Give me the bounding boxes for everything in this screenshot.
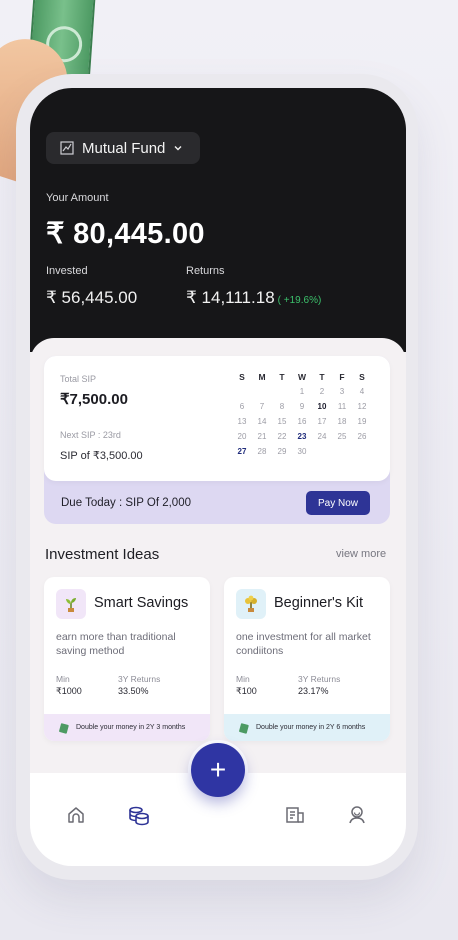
returns-amount: ₹ 14,111.18( +19.6%) <box>186 288 321 308</box>
fund-type-selector[interactable]: Mutual Fund <box>46 132 200 164</box>
nav-investments[interactable] <box>126 802 152 828</box>
returns-value: 33.50% <box>118 686 149 696</box>
calendar-day[interactable]: 6 <box>232 402 252 411</box>
next-sip-label: Next SIP : 23rd <box>60 430 121 440</box>
min-value: ₹1000 <box>56 686 82 696</box>
calendar-day[interactable]: 19 <box>352 417 372 426</box>
idea-card-beginners-kit[interactable]: Beginner's Kit one investment for all ma… <box>224 577 390 741</box>
returns-value: 23.17% <box>298 686 329 696</box>
calendar-day[interactable]: 20 <box>232 432 252 441</box>
calendar-day[interactable]: 15 <box>272 417 292 426</box>
calendar-day-sip[interactable]: 27 <box>232 447 252 456</box>
invested-amount: ₹ 56,445.00 <box>46 288 138 307</box>
money-plant-icon <box>236 589 266 619</box>
returns-percent: ( +19.6%) <box>277 295 322 306</box>
coins-icon <box>129 806 149 826</box>
calendar-day[interactable]: 18 <box>332 417 352 426</box>
idea-footer-text: Double your money in 2Y 6 months <box>256 724 366 731</box>
weekday: T <box>279 371 285 382</box>
idea-card-smart-savings[interactable]: Smart Savings earn more than traditional… <box>44 577 210 741</box>
calendar-day[interactable]: 29 <box>272 447 292 456</box>
idea-name: Smart Savings <box>94 595 189 611</box>
calendar-week: 6 7 8 9 10 11 12 <box>232 399 372 414</box>
money-bag-icon <box>239 722 249 734</box>
calendar-day[interactable]: 16 <box>292 417 312 426</box>
calendar-day[interactable]: 4 <box>352 387 372 396</box>
calendar-day[interactable]: 1 <box>292 387 312 396</box>
chevron-down-icon <box>174 146 182 151</box>
idea-footer-text: Double your money in 2Y 3 months <box>76 724 186 731</box>
calendar-day[interactable]: 30 <box>292 447 312 456</box>
sip-calendar: S M T W T F S 1 2 3 4 6 7 8 9 10 11 12 1… <box>232 369 372 459</box>
weekday: F <box>339 371 345 382</box>
next-sip-value: SIP of ₹3,500.00 <box>60 450 143 462</box>
calendar-day[interactable]: 14 <box>252 417 272 426</box>
calendar-day[interactable]: 11 <box>332 402 352 411</box>
weekday: M <box>258 371 266 382</box>
your-amount-label: Your Amount <box>46 192 109 204</box>
min-value: ₹100 <box>236 686 257 696</box>
profile-icon <box>349 806 365 824</box>
calendar-day[interactable]: 9 <box>292 402 312 411</box>
document-icon <box>286 807 304 823</box>
calendar-day[interactable]: 7 <box>252 402 272 411</box>
balance-header: Mutual Fund Your Amount ₹ 80,445.00 Inve… <box>30 88 406 352</box>
calendar-day-today[interactable]: 10 <box>312 402 332 411</box>
weekday: W <box>297 371 307 382</box>
total-sip-amount: ₹7,500.00 <box>60 391 128 408</box>
phone-screen: Mutual Fund Your Amount ₹ 80,445.00 Inve… <box>30 88 406 866</box>
calendar-day[interactable]: 3 <box>332 387 352 396</box>
idea-description: earn more than traditional saving method <box>56 631 176 657</box>
weekday: T <box>319 371 325 382</box>
nav-profile[interactable] <box>344 802 370 828</box>
idea-name: Beginner's Kit <box>274 595 364 611</box>
total-sip-label: Total SIP <box>60 374 97 384</box>
returns-label: 3Y Returns <box>118 674 161 684</box>
calendar-day[interactable]: 26 <box>352 432 372 441</box>
nav-reports[interactable] <box>282 802 308 828</box>
fund-type-label: Mutual Fund <box>82 139 166 157</box>
calendar-day[interactable]: 25 <box>332 432 352 441</box>
home-icon <box>68 807 84 823</box>
calendar-day[interactable]: 21 <box>252 432 272 441</box>
idea-footer: Double your money in 2Y 3 months <box>44 714 210 741</box>
pay-now-button[interactable]: Pay Now <box>306 491 370 515</box>
returns-label: 3Y Returns <box>298 674 341 684</box>
calendar-week: 13 14 15 16 17 18 19 <box>232 414 372 429</box>
weekday: S <box>359 371 365 382</box>
calendar-week: 27 28 29 30 <box>232 444 372 459</box>
calendar-day-sip[interactable]: 23 <box>292 432 312 441</box>
min-label: Min <box>236 674 250 684</box>
total-amount: ₹ 80,445.00 <box>46 218 205 250</box>
calendar-day[interactable]: 17 <box>312 417 332 426</box>
calendar-day[interactable]: 8 <box>272 402 292 411</box>
chart-icon <box>60 141 74 155</box>
money-bag-icon <box>59 722 69 734</box>
calendar-week: 1 2 3 4 <box>232 384 372 399</box>
calendar-day[interactable]: 2 <box>312 387 332 396</box>
idea-footer: Double your money in 2Y 6 months <box>224 714 390 741</box>
due-today-text: Due Today : SIP Of 2,000 <box>61 497 191 509</box>
calendar-day[interactable]: 12 <box>352 402 372 411</box>
investment-ideas-title: Investment Ideas <box>45 546 160 563</box>
view-more-link[interactable]: view more <box>336 548 386 560</box>
add-button[interactable]: + <box>191 743 245 797</box>
invested-label: Invested <box>46 265 88 277</box>
calendar-week: 20 21 22 23 24 25 26 <box>232 429 372 444</box>
calendar-day[interactable]: 24 <box>312 432 332 441</box>
calendar-day[interactable]: 13 <box>232 417 252 426</box>
returns-label: Returns <box>186 265 225 277</box>
min-label: Min <box>56 674 70 684</box>
plant-icon <box>56 589 86 619</box>
nav-home[interactable] <box>63 802 89 828</box>
returns-value: ₹ 14,111.18 <box>186 288 275 307</box>
calendar-day[interactable]: 28 <box>252 447 272 456</box>
weekday: S <box>239 371 245 382</box>
idea-description: one investment for all market condiitons <box>236 631 371 657</box>
calendar-weekdays: S M T W T F S <box>232 369 372 384</box>
calendar-day[interactable]: 22 <box>272 432 292 441</box>
